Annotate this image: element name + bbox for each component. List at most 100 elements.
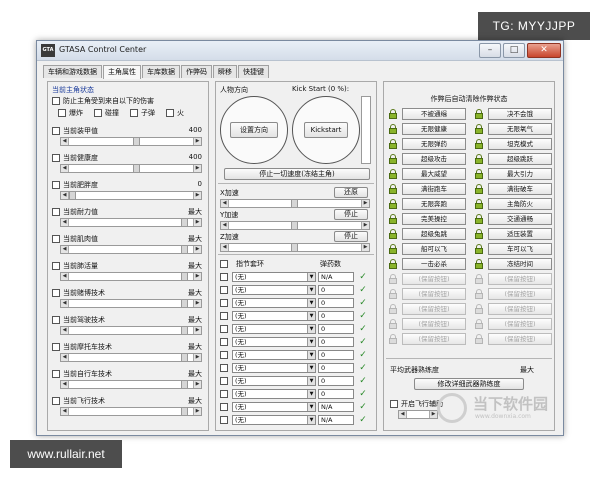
cheat-button[interactable]: (保留按钮) xyxy=(402,333,466,345)
cheat-button[interactable]: 满街破车 xyxy=(488,183,552,195)
cheat-button[interactable]: 完美操控 xyxy=(402,213,466,225)
cheat-button[interactable]: (保留按钮) xyxy=(402,273,466,285)
ammo-input[interactable]: 0 xyxy=(318,337,354,347)
slider-left-arrow-icon[interactable]: ◀ xyxy=(61,165,69,172)
ammo-input[interactable]: 0 xyxy=(318,376,354,386)
weapon-row-checkbox[interactable] xyxy=(220,390,228,398)
apply-check-icon[interactable]: ✓ xyxy=(358,311,368,321)
speed-action-button[interactable]: 停止 xyxy=(334,231,368,242)
lock-icon[interactable] xyxy=(474,184,484,194)
speed-slider[interactable]: ◀ ▶ xyxy=(220,199,370,208)
tab-1[interactable]: 主角属性 xyxy=(103,65,141,79)
slider-thumb[interactable] xyxy=(291,222,298,229)
slider-right-arrow-icon[interactable]: ▶ xyxy=(361,222,369,229)
ammo-input[interactable]: 0 xyxy=(318,389,354,399)
slider-thumb[interactable] xyxy=(291,200,298,207)
kickstart-button[interactable]: Kickstart xyxy=(304,122,348,138)
lock-icon[interactable] xyxy=(388,139,398,149)
slider-thumb[interactable] xyxy=(133,165,140,172)
lock-icon[interactable] xyxy=(388,109,398,119)
slider-thumb[interactable] xyxy=(181,327,188,334)
apply-check-icon[interactable]: ✓ xyxy=(358,402,368,412)
slider-thumb[interactable] xyxy=(181,273,188,280)
stat-checkbox[interactable] xyxy=(52,289,60,297)
cheat-button[interactable]: (保留按钮) xyxy=(402,303,466,315)
weapon-row-checkbox[interactable] xyxy=(220,299,228,307)
cheat-button[interactable]: (保留按钮) xyxy=(488,303,552,315)
chevron-down-icon[interactable]: ▼ xyxy=(307,416,315,424)
slider-right-arrow-icon[interactable]: ▶ xyxy=(361,244,369,251)
slider-thumb[interactable] xyxy=(181,381,188,388)
weapon-select[interactable]: (无) ▼ xyxy=(232,389,316,399)
lock-icon[interactable] xyxy=(388,259,398,269)
cheat-button[interactable]: 不被通缉 xyxy=(402,108,466,120)
apply-check-icon[interactable]: ✓ xyxy=(358,337,368,347)
lock-icon[interactable] xyxy=(474,109,484,119)
ammo-input[interactable]: N/A xyxy=(318,402,354,412)
minimize-button[interactable]: – xyxy=(479,43,501,58)
weapon-row-checkbox[interactable] xyxy=(220,377,228,385)
cheat-button[interactable]: 超级攻击 xyxy=(402,153,466,165)
slider-left-arrow-icon[interactable]: ◀ xyxy=(61,300,69,307)
chevron-down-icon[interactable]: ▼ xyxy=(307,403,315,411)
cheat-button[interactable]: (保留按钮) xyxy=(488,333,552,345)
slider-right-arrow-icon[interactable]: ▶ xyxy=(193,246,201,253)
close-button[interactable]: ✕ xyxy=(527,43,561,58)
lock-icon[interactable] xyxy=(388,319,398,329)
chevron-down-icon[interactable]: ▼ xyxy=(307,286,315,294)
lock-icon[interactable] xyxy=(474,244,484,254)
lock-icon[interactable] xyxy=(388,214,398,224)
weapon-slot-checkbox[interactable] xyxy=(220,260,228,268)
slider-left-arrow-icon[interactable]: ◀ xyxy=(221,200,229,207)
ammo-input[interactable]: 0 xyxy=(318,363,354,373)
weapon-row-checkbox[interactable] xyxy=(220,325,228,333)
chevron-down-icon[interactable]: ▼ xyxy=(307,351,315,359)
slider-right-arrow-icon[interactable]: ▶ xyxy=(193,165,201,172)
weapon-row-checkbox[interactable] xyxy=(220,286,228,294)
lock-icon[interactable] xyxy=(388,184,398,194)
lock-icon[interactable] xyxy=(474,169,484,179)
stat-checkbox[interactable] xyxy=(52,343,60,351)
weapon-select[interactable]: (无) ▼ xyxy=(232,376,316,386)
weapon-select[interactable]: (无) ▼ xyxy=(232,415,316,425)
tab-2[interactable]: 车库数据 xyxy=(142,65,180,78)
apply-check-icon[interactable]: ✓ xyxy=(358,285,368,295)
stat-checkbox[interactable] xyxy=(52,262,60,270)
ammo-input[interactable]: 0 xyxy=(318,285,354,295)
slider-thumb[interactable] xyxy=(181,408,188,415)
apply-check-icon[interactable]: ✓ xyxy=(358,298,368,308)
apply-check-icon[interactable]: ✓ xyxy=(358,389,368,399)
slider-right-arrow-icon[interactable]: ▶ xyxy=(193,273,201,280)
ammo-input[interactable]: 0 xyxy=(318,298,354,308)
lock-icon[interactable] xyxy=(388,154,398,164)
damage-type-checkbox[interactable] xyxy=(166,109,174,117)
slider-left-arrow-icon[interactable]: ◀ xyxy=(61,408,69,415)
slider-left-arrow-icon[interactable]: ◀ xyxy=(61,246,69,253)
weapon-select[interactable]: (无) ▼ xyxy=(232,311,316,321)
lock-icon[interactable] xyxy=(474,274,484,284)
cheat-button[interactable]: 一击必杀 xyxy=(402,258,466,270)
cheat-button[interactable]: 最大威望 xyxy=(402,168,466,180)
slider-left-arrow-icon[interactable]: ◀ xyxy=(61,381,69,388)
stat-slider[interactable]: ◀ ▶ xyxy=(60,164,202,173)
stat-checkbox[interactable] xyxy=(52,397,60,405)
weapon-select[interactable]: (无) ▼ xyxy=(232,350,316,360)
damage-type-checkbox[interactable] xyxy=(94,109,102,117)
chevron-down-icon[interactable]: ▼ xyxy=(307,325,315,333)
apply-check-icon[interactable]: ✓ xyxy=(358,363,368,373)
lock-icon[interactable] xyxy=(474,229,484,239)
stat-slider[interactable]: ◀ ▶ xyxy=(60,245,202,254)
lock-icon[interactable] xyxy=(388,229,398,239)
apply-check-icon[interactable]: ✓ xyxy=(358,272,368,282)
slider-left-arrow-icon[interactable]: ◀ xyxy=(399,411,407,418)
slider-left-arrow-icon[interactable]: ◀ xyxy=(61,327,69,334)
stat-slider[interactable]: ◀ ▶ xyxy=(60,299,202,308)
cheat-button[interactable]: 坦克模式 xyxy=(488,138,552,150)
stat-slider[interactable]: ◀ ▶ xyxy=(60,326,202,335)
chevron-down-icon[interactable]: ▼ xyxy=(307,377,315,385)
cheat-button[interactable]: 无限奔跑 xyxy=(402,198,466,210)
stat-checkbox[interactable] xyxy=(52,208,60,216)
protect-damage-checkbox[interactable] xyxy=(52,97,60,105)
maximize-button[interactable]: □ xyxy=(503,43,525,58)
stat-slider[interactable]: ◀ ▶ xyxy=(60,191,202,200)
